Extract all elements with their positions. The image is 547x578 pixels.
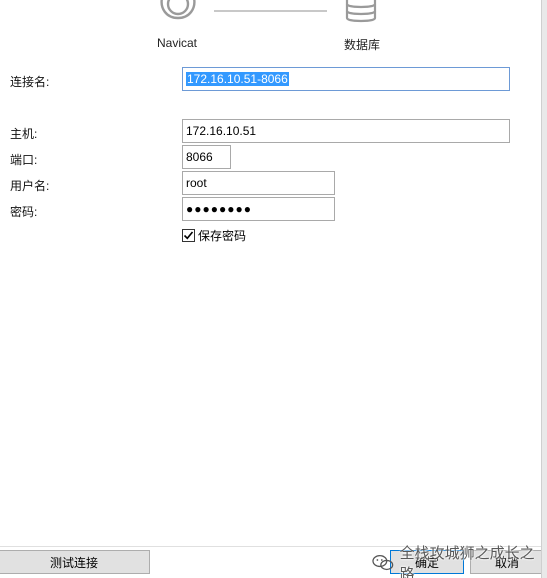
username-input[interactable]: root: [182, 171, 335, 195]
checkmark-icon: [183, 231, 194, 240]
connection-line: [214, 10, 327, 12]
database-label: 数据库: [344, 38, 381, 52]
connection-name-label: 连接名:: [10, 75, 50, 89]
watermark: 全栈攻城狮之成长之路: [372, 542, 547, 578]
navicat-label: Navicat: [157, 36, 198, 50]
window-right-border: [541, 0, 547, 578]
username-label: 用户名:: [10, 179, 50, 193]
save-password-row[interactable]: 保存密码: [182, 227, 246, 244]
password-label: 密码:: [10, 205, 38, 219]
connection-name-value: 172.16.10.51-8066: [186, 72, 289, 86]
connection-dialog: Navicat 数据库 连接名: 172.16.10.51-8066 主机: 1…: [0, 0, 547, 578]
navicat-client-icon: [160, 0, 196, 20]
wechat-icon: [372, 554, 394, 571]
host-input[interactable]: 172.16.10.51: [182, 119, 510, 143]
port-label: 端口:: [10, 153, 38, 167]
watermark-text: 全栈攻城狮之成长之路: [399, 545, 535, 578]
host-label: 主机:: [10, 127, 38, 141]
password-input[interactable]: ●●●●●●●●: [182, 197, 335, 221]
database-icon: [345, 0, 377, 23]
connection-diagram: Navicat 数据库: [0, 0, 547, 56]
save-password-checkbox[interactable]: [182, 229, 195, 242]
save-password-label: 保存密码: [198, 229, 247, 243]
port-input[interactable]: 8066: [182, 145, 231, 169]
test-connection-button[interactable]: 测试连接: [0, 550, 150, 574]
connection-name-input[interactable]: 172.16.10.51-8066: [182, 67, 510, 91]
